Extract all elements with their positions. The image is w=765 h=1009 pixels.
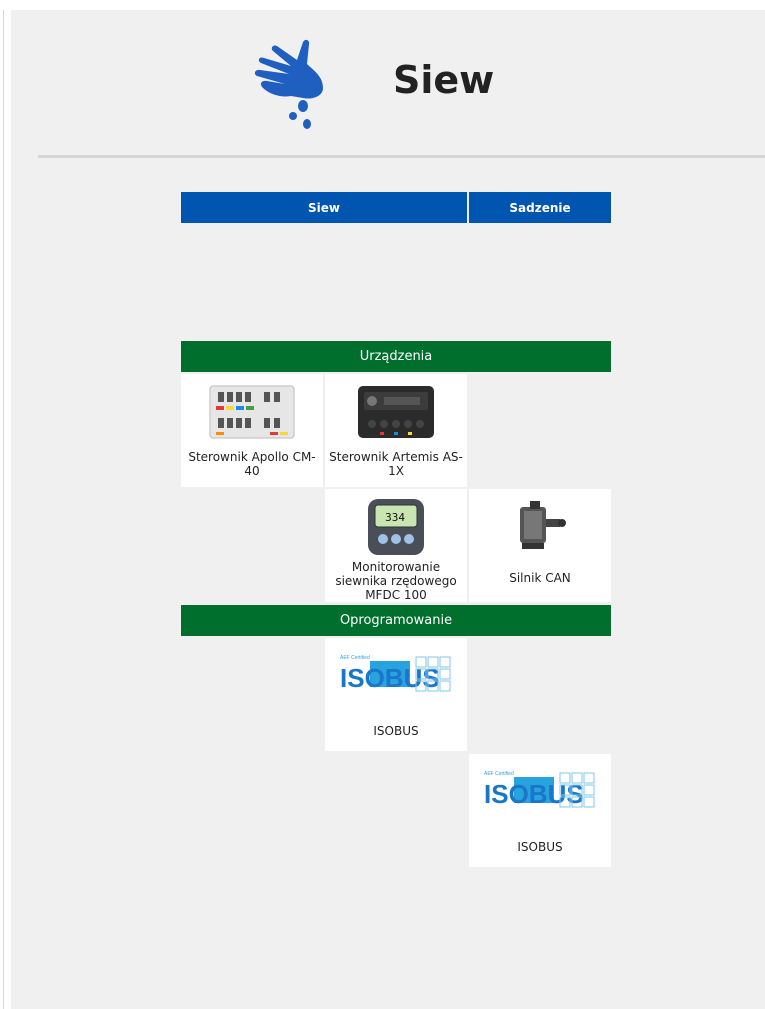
controller-box-icon: [354, 380, 438, 444]
section-header-software: Oprogramowanie: [181, 605, 611, 636]
hand-seeds-icon: [254, 39, 323, 129]
tab-sadzenie[interactable]: Sadzenie: [469, 192, 611, 223]
device-label: Sterownik Apollo CM-40: [188, 450, 316, 478]
device-label: Silnik CAN: [509, 571, 571, 585]
svg-text:AEF Certified: AEF Certified: [340, 655, 370, 661]
device-card-apollo[interactable]: Sterownik Apollo CM-40: [181, 374, 323, 487]
device-label: Monitorowanie siewnika rzędowego MFDC 10…: [335, 560, 457, 602]
controller-module-icon: [204, 380, 300, 444]
isobus-logo-icon: AEF Certified ISOBUS: [336, 644, 456, 708]
isobus-logo-icon: AEF Certified ISOBUS: [480, 760, 600, 824]
svg-text:AEF Certified: AEF Certified: [484, 771, 514, 777]
left-border: [3, 10, 4, 1009]
device-label: Sterownik Artemis AS-1X: [329, 450, 463, 478]
device-card-mfdc100[interactable]: 334 Monitorowanie siewnika rzędowego MFD…: [325, 489, 467, 602]
page-title: Siew: [393, 58, 495, 102]
display-readout: 334: [385, 511, 405, 524]
page-container: Siew Siew Sadzenie Urządzenia Sterownik …: [11, 10, 765, 1009]
device-card-silnik-can[interactable]: Silnik CAN: [469, 489, 611, 602]
tab-bar: Siew Sadzenie: [181, 192, 611, 223]
tab-siew[interactable]: Siew: [181, 192, 467, 223]
software-card-isobus[interactable]: AEF Certified ISOBUS ISOBUS: [469, 754, 611, 867]
device-card-artemis[interactable]: Sterownik Artemis AS-1X: [325, 374, 467, 487]
header: Siew: [11, 10, 765, 156]
software-card-isobus[interactable]: AEF Certified ISOBUS ISOBUS: [325, 638, 467, 751]
software-label: ISOBUS: [373, 724, 419, 738]
can-motor-icon: [510, 495, 570, 559]
header-divider: [38, 155, 765, 158]
monitor-display-icon: 334: [365, 495, 427, 558]
section-header-devices: Urządzenia: [181, 341, 611, 372]
software-label: ISOBUS: [517, 840, 563, 854]
